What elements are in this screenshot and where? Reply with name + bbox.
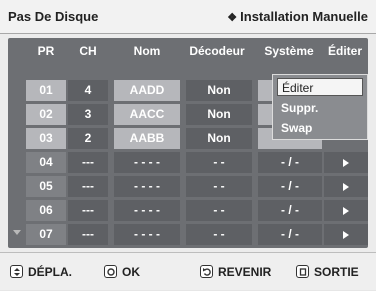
systeme-cell: - / -	[258, 152, 322, 173]
ch-cell: ---	[68, 200, 108, 221]
edit-arrow-button[interactable]	[324, 224, 368, 245]
scroll-down-icon[interactable]	[13, 230, 21, 235]
col-header-pr: PR	[37, 44, 55, 58]
pr-cell: 03	[26, 128, 66, 149]
systeme-cell: - / -	[258, 224, 322, 245]
section-title: ❖ Installation Manuelle	[227, 0, 368, 34]
decodeur-cell: - -	[186, 224, 252, 245]
ch-cell: 2	[68, 128, 108, 149]
move-hint[interactable]: DÉPLA.	[10, 253, 72, 291]
col-header-ch: CH	[79, 44, 97, 58]
edit-popup-menu: Éditer Suppr. Swap	[272, 74, 368, 140]
back-hint[interactable]: REVENIR	[200, 253, 271, 291]
pr-cell: 06	[26, 200, 66, 221]
menu-item-editer[interactable]: Éditer	[277, 78, 363, 96]
pr-cell: 07	[26, 224, 66, 245]
ch-cell: 3	[68, 104, 108, 125]
col-header-nom: Nom	[133, 44, 161, 58]
channel-list-panel: PR CH Nom Décodeur Système Éditer 01 4 A…	[8, 38, 368, 248]
pr-cell: 04	[26, 152, 66, 173]
pr-cell: 05	[26, 176, 66, 197]
ok-label: OK	[122, 265, 140, 279]
header: Pas De Disque ❖ Installation Manuelle	[0, 0, 376, 34]
decodeur-cell: Non	[186, 80, 252, 101]
nom-cell: AADD	[114, 80, 180, 101]
arrow-right-icon	[343, 158, 349, 167]
exit-icon	[296, 265, 309, 279]
ch-cell: 4	[68, 80, 108, 101]
col-header-decodeur: Décodeur	[189, 44, 245, 58]
pr-cell: 02	[26, 104, 66, 125]
arrow-right-icon	[343, 206, 349, 215]
arrow-right-icon	[343, 182, 349, 191]
decodeur-cell: Non	[186, 104, 252, 125]
ok-hint[interactable]: OK	[104, 253, 140, 291]
ch-cell: ---	[68, 152, 108, 173]
enter-icon	[104, 265, 117, 279]
screen: Pas De Disque ❖ Installation Manuelle PR …	[0, 0, 376, 290]
edit-arrow-button[interactable]	[324, 176, 368, 197]
col-header-editer: Éditer	[327, 44, 362, 58]
section-title-label: Installation Manuelle	[240, 9, 368, 24]
systeme-cell: - / -	[258, 176, 322, 197]
diamond-icon: ❖	[227, 12, 238, 24]
exit-label: SORTIE	[314, 265, 359, 279]
footer-bar: DÉPLA. OK REVENIR SORTIE	[0, 252, 376, 290]
ch-cell: ---	[68, 224, 108, 245]
edit-arrow-button[interactable]	[324, 200, 368, 221]
nom-cell: - - - -	[114, 152, 180, 173]
edit-arrow-button[interactable]	[324, 152, 368, 173]
systeme-cell: - / -	[258, 200, 322, 221]
return-icon	[200, 265, 213, 279]
menu-item-suppr[interactable]: Suppr.	[277, 99, 363, 117]
arrow-right-icon	[343, 230, 349, 239]
nom-cell: - - - -	[114, 200, 180, 221]
nom-cell: AACC	[114, 104, 180, 125]
decodeur-cell: Non	[186, 128, 252, 149]
decodeur-cell: - -	[186, 152, 252, 173]
nom-cell: AABB	[114, 128, 180, 149]
exit-hint[interactable]: SORTIE	[296, 253, 359, 291]
ch-cell: ---	[68, 176, 108, 197]
nom-cell: - - - -	[114, 224, 180, 245]
updown-icon	[10, 265, 23, 279]
nom-cell: - - - -	[114, 176, 180, 197]
pr-cell: 01	[26, 80, 66, 101]
decodeur-cell: - -	[186, 176, 252, 197]
move-label: DÉPLA.	[28, 265, 73, 279]
col-header-systeme: Système	[264, 44, 314, 58]
menu-item-swap[interactable]: Swap	[277, 119, 363, 137]
decodeur-cell: - -	[186, 200, 252, 221]
page-title: Pas De Disque	[8, 9, 99, 24]
back-label: REVENIR	[218, 265, 272, 279]
